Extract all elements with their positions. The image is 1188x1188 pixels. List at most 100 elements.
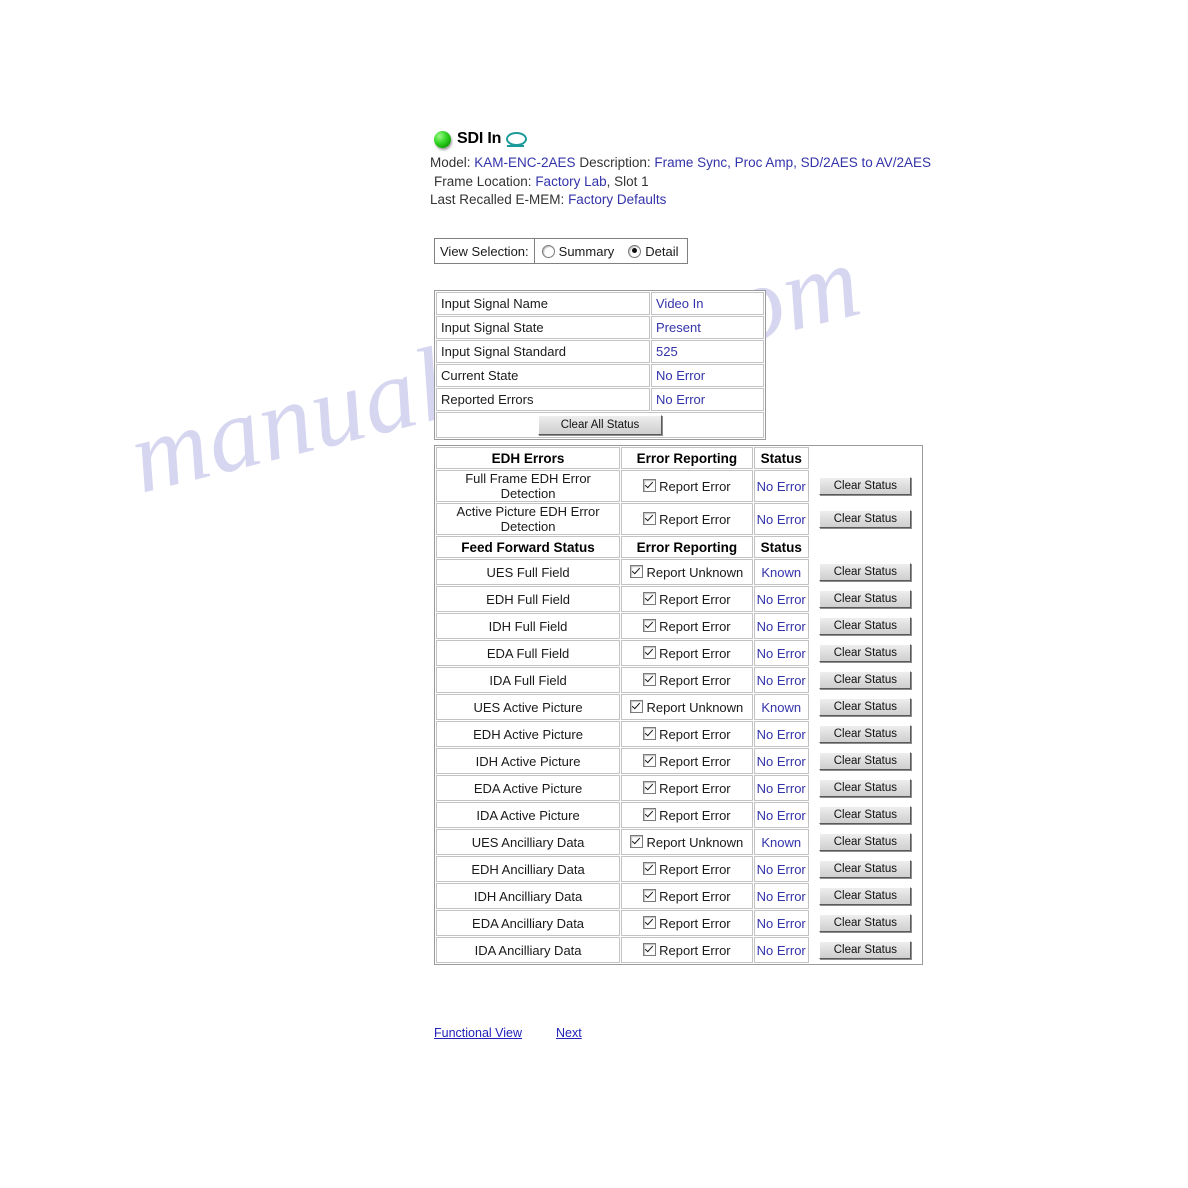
clear-status-button[interactable]: Clear Status [819, 779, 912, 797]
clear-status-button[interactable]: Clear Status [819, 806, 912, 824]
header-cell-status: Status [753, 536, 809, 558]
row-label: EDA Full Field [436, 640, 621, 666]
clear-status-cell: Clear Status [809, 470, 921, 502]
device-info-line-emem: Last Recalled E-MEM: Factory Defaults [430, 191, 931, 210]
frame-location-value: Factory Lab [535, 173, 607, 189]
report-checkbox[interactable] [643, 942, 657, 956]
signal-status-label: Input Signal Standard [436, 340, 650, 363]
report-checkbox[interactable] [643, 780, 657, 794]
status-value: No Error [753, 503, 809, 535]
status-value: Known [753, 559, 809, 585]
table-row: EDA Active Picture Report Error No Error Cl… [436, 775, 921, 801]
clear-status-cell: Clear Status [809, 775, 921, 801]
clear-status-button[interactable]: Clear Status [819, 477, 912, 495]
device-info-block: Model: KAM-ENC-2AES Description: Frame S… [430, 154, 931, 210]
signal-status-row: Input Signal Standard 525 [436, 340, 764, 363]
report-checkbox-label: Report Error [659, 807, 731, 823]
clear-status-button[interactable]: Clear Status [819, 887, 912, 905]
clear-status-button[interactable]: Clear Status [819, 860, 912, 878]
clear-all-row: Clear All Status [436, 412, 764, 438]
report-checkbox[interactable] [643, 511, 657, 525]
description-value: Frame Sync, Proc Amp, SD/2AES to AV/2AES [654, 155, 932, 170]
radio-detail-dot[interactable] [628, 244, 642, 258]
link-next[interactable]: Next [556, 1026, 582, 1040]
radio-detail-label: Detail [645, 243, 679, 259]
view-selection-label: View Selection: [435, 239, 535, 263]
clear-status-button[interactable]: Clear Status [819, 725, 912, 743]
lasso-link-icon[interactable] [506, 131, 528, 147]
report-checkbox[interactable] [643, 478, 657, 492]
radio-detail[interactable]: Detail [628, 243, 679, 259]
header-cell-action [809, 447, 921, 469]
row-label: EDA Active Picture [436, 775, 621, 801]
row-label: UES Ancilliary Data [436, 829, 621, 855]
status-value: Known [753, 829, 809, 855]
report-checkbox[interactable] [643, 591, 657, 605]
row-label: IDA Active Picture [436, 802, 621, 828]
report-checkbox[interactable] [643, 753, 657, 767]
error-reporting-cell: Report Error [621, 937, 753, 963]
clear-all-status-button[interactable]: Clear All Status [537, 415, 663, 435]
status-value: No Error [753, 640, 809, 666]
clear-status-button[interactable]: Clear Status [819, 752, 912, 770]
status-value: No Error [753, 856, 809, 882]
clear-status-button[interactable]: Clear Status [819, 671, 912, 689]
clear-status-button[interactable]: Clear Status [819, 698, 912, 716]
report-checkbox[interactable] [643, 726, 657, 740]
error-reporting-cell: Report Error [621, 503, 753, 535]
report-checkbox-label: Report Error [659, 888, 731, 904]
report-checkbox[interactable] [643, 618, 657, 632]
report-checkbox[interactable] [630, 564, 644, 578]
clear-status-button[interactable]: Clear Status [819, 914, 912, 932]
report-checkbox[interactable] [643, 888, 657, 902]
report-checkbox[interactable] [630, 834, 644, 848]
status-value: No Error [753, 470, 809, 502]
table-row: IDA Full Field Report Error No Error Clear … [436, 667, 921, 693]
row-label: IDA Ancilliary Data [436, 937, 621, 963]
clear-all-cell: Clear All Status [436, 412, 764, 438]
clear-status-button[interactable]: Clear Status [819, 617, 912, 635]
error-reporting-cell: Report Error [621, 775, 753, 801]
radio-summary-dot[interactable] [541, 244, 555, 258]
row-label: EDH Ancilliary Data [436, 856, 621, 882]
radio-summary[interactable]: Summary [541, 244, 614, 259]
signal-status-table: Input Signal Name Video In Input Signal St… [434, 290, 766, 440]
table-row: IDA Active Picture Report Error No Error Cl… [436, 802, 921, 828]
row-label: IDH Full Field [436, 613, 621, 639]
report-checkbox[interactable] [643, 807, 657, 821]
clear-status-button[interactable]: Clear Status [819, 510, 912, 528]
clear-status-cell: Clear Status [809, 748, 921, 774]
clear-status-button[interactable]: Clear Status [819, 833, 912, 851]
report-checkbox-label: Report Error [659, 915, 731, 931]
error-reporting-cell: Report Unknown [621, 829, 753, 855]
clear-status-button[interactable]: Clear Status [819, 941, 912, 959]
status-value: No Error [753, 775, 809, 801]
report-checkbox[interactable] [643, 672, 657, 686]
view-selection-options: Summary Detail [535, 239, 687, 263]
error-reporting-cell: Report Error [621, 856, 753, 882]
clear-status-button[interactable]: Clear Status [819, 644, 912, 662]
row-label: EDH Active Picture [436, 721, 621, 747]
clear-status-button[interactable]: Clear Status [819, 590, 912, 608]
report-checkbox[interactable] [630, 699, 644, 713]
report-checkbox[interactable] [643, 861, 657, 875]
slot-value: , Slot 1 [606, 173, 649, 189]
report-checkbox[interactable] [643, 645, 657, 659]
report-checkbox[interactable] [643, 915, 657, 929]
error-reporting-cell: Report Error [621, 883, 753, 909]
table-row: UES Ancilliary Data Report Unknown Known Cl… [436, 829, 921, 855]
link-functional-view[interactable]: Functional View [434, 1026, 522, 1040]
row-label: IDH Active Picture [436, 748, 621, 774]
device-info-line-model: Model: KAM-ENC-2AES Description: Frame S… [430, 154, 931, 173]
clear-status-cell: Clear Status [809, 802, 921, 828]
edh-errors-table: EDH Errors Error Reporting Status Full Fram… [434, 445, 923, 965]
signal-status-row: Reported Errors No Error [436, 388, 764, 411]
device-status-page: SDI In Model: KAM-ENC-2AES Description: … [0, 0, 1188, 1188]
error-reporting-cell: Report Error [621, 613, 753, 639]
clear-status-cell: Clear Status [809, 937, 921, 963]
clear-status-button[interactable]: Clear Status [819, 563, 912, 581]
report-checkbox-label: Report Unknown [646, 834, 744, 850]
report-checkbox-label: Report Error [659, 672, 731, 688]
report-checkbox-label: Report Error [659, 753, 731, 769]
status-value: No Error [753, 613, 809, 639]
